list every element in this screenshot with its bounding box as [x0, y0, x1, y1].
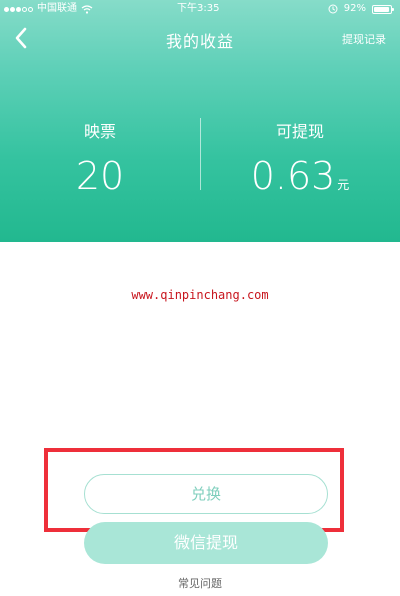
withdrawable-value: 0.63 [250, 154, 336, 198]
navigation-bar: 我的收益 提现记录 [0, 18, 400, 58]
withdrawal-records-link[interactable]: 提现记录 [342, 31, 386, 47]
signal-dot [16, 6, 21, 12]
withdrawable-stat: 可提现 0.63 元 [200, 58, 400, 242]
tickets-stat: 映票 20 [0, 58, 200, 242]
wechat-withdraw-button[interactable]: 微信提现 [84, 522, 328, 564]
withdrawable-label: 可提现 [275, 122, 324, 141]
signal-dot [22, 6, 27, 12]
page-title: 我的收益 [165, 32, 234, 51]
signal-dot [28, 6, 33, 12]
status-time: 下午3:35 [177, 3, 220, 14]
signal-dot [4, 6, 9, 12]
wifi-icon [81, 4, 93, 14]
earnings-header: 中国联通 下午3:35 92% 我的收益 提现记录 映票 20 可提现 0.63… [0, 0, 400, 242]
signal-strength-icon [4, 6, 33, 12]
status-left: 中国联通 [4, 0, 93, 18]
highlight-annotation [44, 448, 344, 532]
watermark-text: www.qinpinchang.com [131, 288, 269, 302]
tickets-value: 20 [75, 154, 125, 198]
status-right: 92% [328, 0, 394, 18]
earnings-stats: 映票 20 可提现 0.63 元 [0, 58, 400, 242]
battery-icon [372, 4, 394, 14]
faq-link[interactable]: 常见问题 [0, 575, 400, 591]
currency-unit: 元 [337, 178, 350, 192]
signal-dot [10, 6, 15, 12]
alarm-icon [328, 4, 338, 14]
carrier-name: 中国联通 [37, 3, 77, 14]
tickets-label: 映票 [83, 122, 116, 141]
earnings-screen: 中国联通 下午3:35 92% 我的收益 提现记录 映票 20 可提现 0.63… [0, 0, 400, 596]
withdrawable-amount: 0.63 元 [200, 154, 400, 207]
battery-cap [392, 7, 394, 11]
battery-level-fill [374, 6, 389, 12]
status-bar: 中国联通 下午3:35 92% [0, 0, 400, 18]
battery-percentage: 92% [343, 3, 366, 14]
